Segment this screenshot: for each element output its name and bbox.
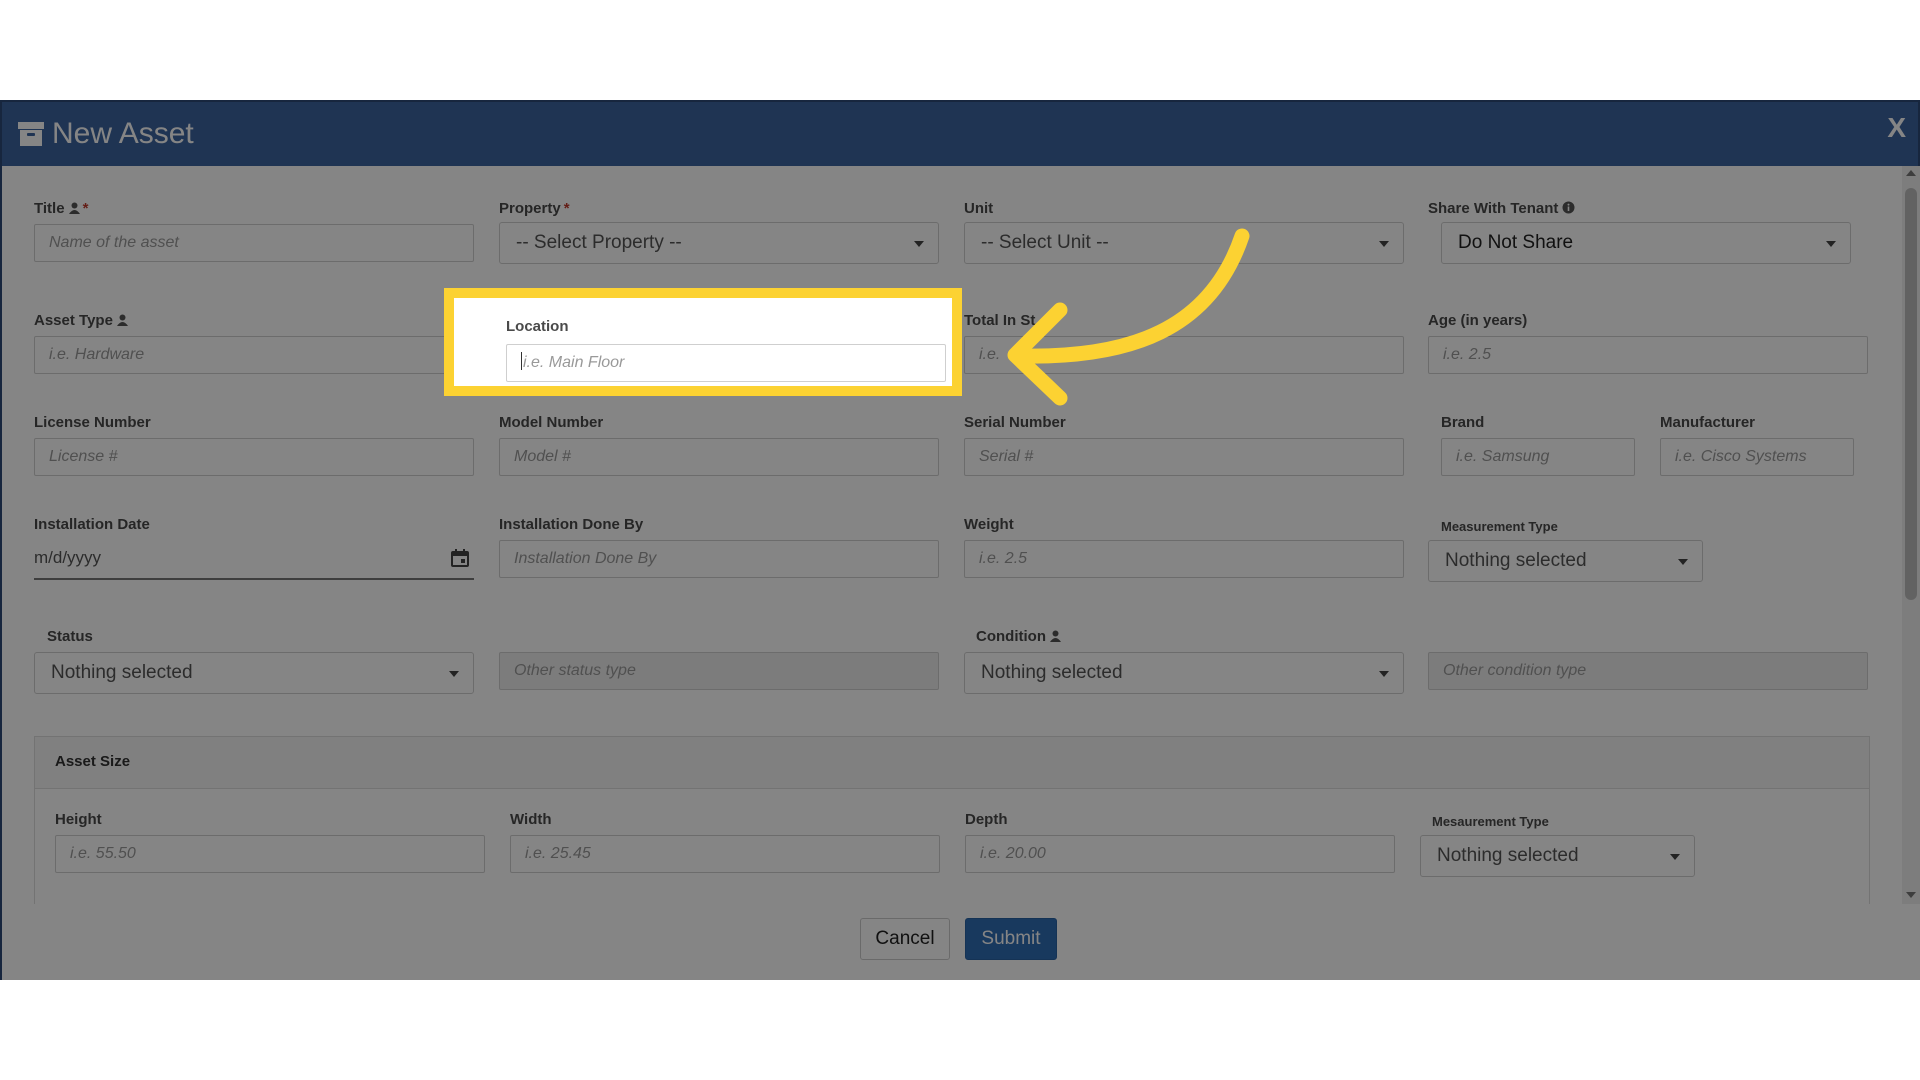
asset-type-label: Asset Type	[34, 312, 128, 330]
width-label: Width	[510, 811, 552, 828]
asset-size-measurement-type-label: Mesaurement Type	[1432, 814, 1549, 829]
user-icon	[116, 314, 128, 326]
status-select[interactable]: Nothing selected	[34, 652, 474, 694]
modal-footer: Cancel Submit	[2, 904, 1920, 980]
chevron-down-icon	[1826, 241, 1836, 247]
chevron-down-icon	[449, 671, 459, 677]
modal-header: New Asset X	[2, 102, 1918, 166]
status-label: Status	[47, 628, 93, 645]
location-label: Location	[506, 318, 569, 335]
weight-input[interactable]: i.e. 2.5	[964, 540, 1404, 578]
other-status-input[interactable]: Other status type	[499, 652, 939, 690]
license-number-input[interactable]: License #	[34, 438, 474, 476]
installation-done-by-label: Installation Done By	[499, 516, 644, 533]
calendar-icon[interactable]	[450, 548, 470, 568]
total-in-stock-label: Total In St	[964, 312, 1036, 329]
age-label: Age (in years)	[1428, 312, 1528, 329]
installation-date-input[interactable]: m/d/yyyy	[34, 540, 474, 580]
vertical-scrollbar[interactable]	[1902, 166, 1920, 904]
license-number-label: License Number	[34, 414, 151, 431]
title-input[interactable]: Name of the asset	[34, 224, 474, 262]
condition-select[interactable]: Nothing selected	[964, 652, 1404, 694]
asset-size-measurement-type-select[interactable]: Nothing selected	[1420, 835, 1695, 877]
installation-done-by-input[interactable]: Installation Done By	[499, 540, 939, 578]
location-highlight: Location i.e. Main Floor	[444, 288, 962, 396]
weight-label: Weight	[964, 516, 1014, 533]
close-button[interactable]: X	[1887, 108, 1906, 148]
asset-size-title: Asset Size	[55, 753, 131, 770]
property-label: Property *	[499, 200, 570, 217]
text-cursor	[521, 352, 522, 370]
new-asset-modal: New Asset X Title * Name of the asset Pro…	[0, 100, 1920, 980]
location-input[interactable]: i.e. Main Floor	[506, 344, 946, 382]
property-select[interactable]: -- Select Property --	[499, 222, 939, 264]
chevron-down-icon	[1379, 241, 1389, 247]
serial-number-label: Serial Number	[964, 414, 1066, 431]
asset-size-header: Asset Size	[35, 737, 1869, 789]
user-icon	[1049, 630, 1061, 642]
width-input[interactable]: i.e. 25.45	[510, 835, 940, 873]
measurement-type-select[interactable]: Nothing selected	[1428, 540, 1703, 582]
age-input[interactable]: i.e. 2.5	[1428, 336, 1868, 374]
serial-number-input[interactable]: Serial #	[964, 438, 1404, 476]
chevron-down-icon	[914, 241, 924, 247]
asset-type-input[interactable]: i.e. Hardware	[34, 336, 474, 374]
modal-body: Title * Name of the asset Property * -- Se…	[2, 166, 1920, 904]
share-with-tenant-label: Share With Tenant	[1428, 200, 1575, 218]
other-condition-input[interactable]: Other condition type	[1428, 652, 1868, 690]
manufacturer-input[interactable]: i.e. Cisco Systems	[1660, 438, 1854, 476]
installation-date-label: Installation Date	[34, 516, 150, 533]
title-label: Title *	[34, 200, 89, 217]
height-label: Height	[55, 811, 102, 828]
depth-input[interactable]: i.e. 20.00	[965, 835, 1395, 873]
model-number-label: Model Number	[499, 414, 604, 431]
submit-button[interactable]: Submit	[965, 918, 1057, 960]
depth-label: Depth	[965, 811, 1008, 828]
scroll-up-icon[interactable]	[1906, 170, 1916, 176]
user-icon	[68, 202, 80, 214]
chevron-down-icon	[1379, 671, 1389, 677]
unit-select[interactable]: -- Select Unit --	[964, 222, 1404, 264]
height-input[interactable]: i.e. 55.50	[55, 835, 485, 873]
brand-input[interactable]: i.e. Samsung	[1441, 438, 1635, 476]
unit-label: Unit	[964, 200, 994, 217]
condition-label: Condition	[976, 628, 1061, 646]
cancel-button[interactable]: Cancel	[860, 918, 950, 960]
scroll-down-icon[interactable]	[1906, 892, 1916, 898]
brand-label: Brand	[1441, 414, 1485, 431]
info-circle-icon	[1562, 201, 1575, 214]
archive-box-icon	[18, 122, 44, 146]
scrollbar-thumb[interactable]	[1905, 188, 1917, 600]
measurement-type-label: Measurement Type	[1441, 519, 1558, 534]
model-number-input[interactable]: Model #	[499, 438, 939, 476]
share-with-tenant-select[interactable]: Do Not Share	[1441, 222, 1851, 264]
asset-size-panel: Asset Size Height i.e. 55.50 Width i.e. …	[34, 736, 1870, 904]
total-in-stock-input[interactable]: i.e.	[964, 336, 1404, 374]
chevron-down-icon	[1670, 854, 1680, 860]
location-placeholder: i.e. Main Floor	[523, 354, 625, 371]
manufacturer-label: Manufacturer	[1660, 414, 1756, 431]
modal-title: New Asset	[52, 117, 194, 150]
chevron-down-icon	[1678, 559, 1688, 565]
